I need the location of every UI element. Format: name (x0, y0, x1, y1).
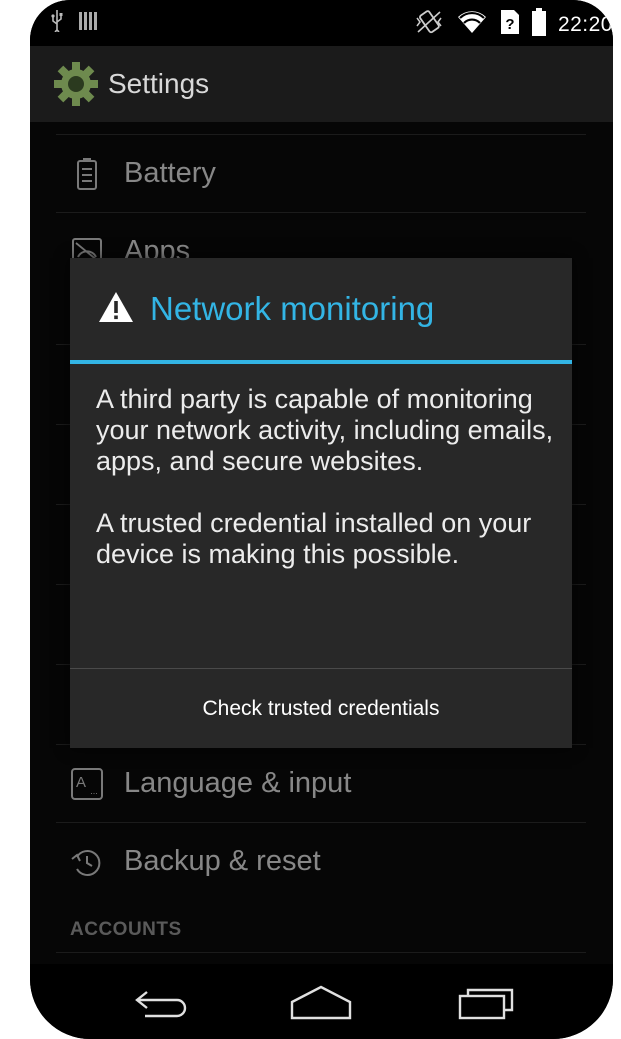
dialog-title: Network monitoring (150, 290, 435, 327)
divider (56, 952, 586, 953)
settings-item-language-input[interactable]: A ... Language & input (56, 744, 586, 823)
keyboard-icon: A ... (70, 767, 104, 801)
settings-item-label: Language & input (124, 767, 352, 799)
dialog-message: A third party is capable of monitoring y… (96, 384, 556, 601)
dialog-message-paragraph: A third party is capable of monitoring y… (96, 384, 554, 476)
dialog-title-divider (70, 360, 572, 364)
settings-item-label: Backup & reset (124, 845, 321, 877)
storage-icon (78, 10, 98, 37)
page-title: Settings (108, 68, 210, 99)
settings-gear-icon[interactable] (52, 60, 100, 108)
check-trusted-credentials-button[interactable]: Check trusted credentials (70, 669, 572, 748)
svg-text:?: ? (505, 16, 514, 33)
back-icon[interactable] (127, 982, 197, 1022)
action-bar: Settings (30, 46, 613, 122)
svg-text:...: ... (90, 786, 98, 796)
navigation-bar (30, 964, 613, 1039)
recents-icon[interactable] (450, 982, 520, 1022)
home-icon[interactable] (286, 982, 356, 1022)
status-bar: ? 22:20 (30, 0, 613, 46)
settings-item-battery[interactable]: Battery (56, 134, 586, 213)
network-monitoring-dialog: Network monitoring A third party is capa… (70, 258, 572, 748)
svg-text:A: A (76, 774, 86, 791)
warning-icon (98, 291, 134, 328)
backup-icon (70, 845, 104, 879)
dialog-header: Network monitoring (98, 290, 434, 328)
battery-icon (70, 157, 104, 191)
settings-item-label: Battery (124, 157, 216, 189)
no-sim-icon: ? (500, 9, 520, 40)
usb-icon (50, 10, 64, 37)
section-header-accounts: ACCOUNTS (70, 919, 182, 940)
wifi-icon (456, 9, 488, 40)
battery-icon (531, 8, 546, 41)
settings-item-backup-reset[interactable]: Backup & reset (56, 822, 586, 901)
vibrate-icon (414, 8, 444, 41)
phone-screen: ? 22:20 Settings Battery Apps A ... Lang… (30, 0, 613, 1039)
status-clock: 22:20 (557, 12, 613, 36)
dialog-message-paragraph: A trusted credential installed on your d… (96, 508, 532, 569)
